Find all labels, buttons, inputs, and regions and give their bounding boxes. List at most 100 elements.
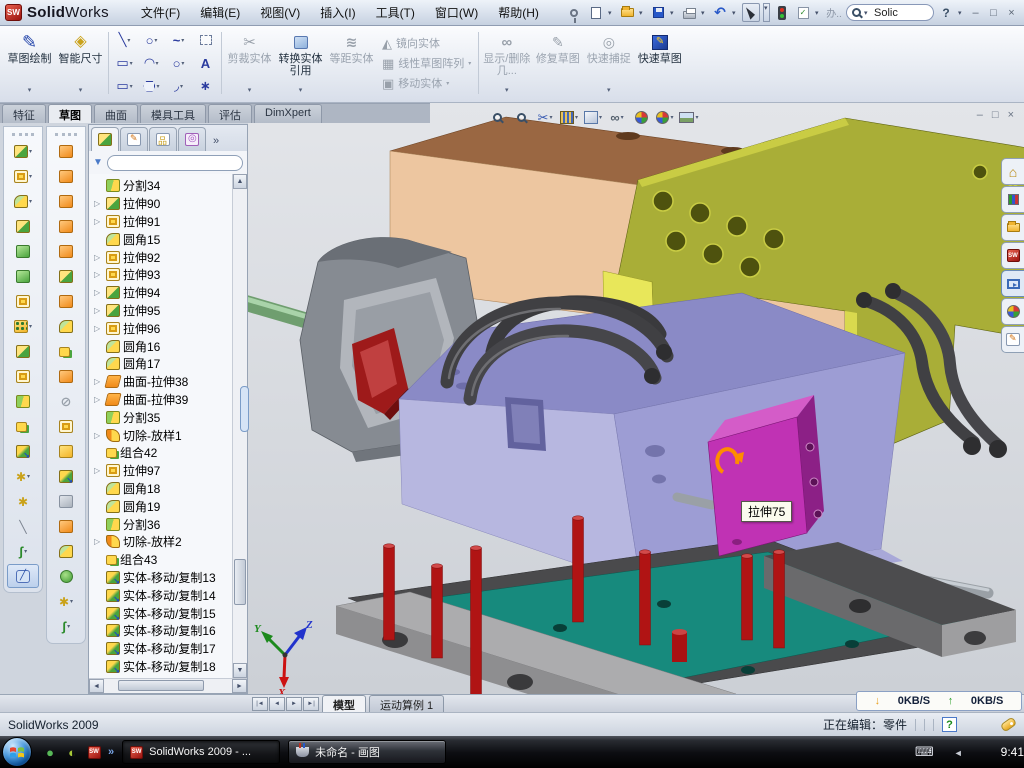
doc-close-button[interactable]: × bbox=[1008, 109, 1014, 121]
sketch-tool-rectangle[interactable]: ▭▾ bbox=[111, 52, 138, 75]
new-dropdown[interactable]: ▾ bbox=[608, 9, 615, 17]
taskbar-window-未命名 - 画图[interactable]: 未命名 - 画图 bbox=[288, 740, 446, 764]
tab-nav-button-3[interactable]: ►| bbox=[303, 697, 319, 711]
quicklaunch-ball[interactable]: ◐ bbox=[64, 744, 80, 760]
toolbar-button-star[interactable]: ✱▾ bbox=[47, 589, 85, 614]
toolbar-button-orange[interactable] bbox=[47, 514, 85, 539]
toolbar-button-orange[interactable] bbox=[47, 364, 85, 389]
tree-item-圆角18[interactable]: 圆角18 bbox=[89, 480, 247, 498]
view-tool-appearance[interactable] bbox=[630, 107, 652, 127]
taskpane-tab-appearance[interactable] bbox=[1001, 298, 1024, 325]
ribbon-button-智能尺寸[interactable]: ◈智能尺寸▾ bbox=[55, 28, 106, 98]
toolbar-button-measure[interactable] bbox=[7, 564, 39, 588]
dropdown-arrow-icon[interactable]: ▾ bbox=[154, 37, 157, 44]
sketch-tool-polygon[interactable]: ▾ bbox=[138, 75, 165, 98]
toolbar-button-split[interactable] bbox=[4, 389, 42, 414]
toolbar-button-snake[interactable]: ʃ▾ bbox=[47, 614, 85, 639]
tree-item-组合42[interactable]: 组合42 bbox=[89, 444, 247, 462]
sketch-tool-ellipse[interactable]: ○▾ bbox=[165, 52, 192, 75]
taskpane-tab-palette[interactable] bbox=[1001, 270, 1024, 297]
search-box[interactable]: ▾Solic bbox=[846, 4, 934, 21]
expander-icon[interactable]: ▷ bbox=[94, 288, 105, 297]
panel-tabs-overflow[interactable]: » bbox=[213, 135, 219, 151]
dropdown-arrow-icon[interactable]: ▾ bbox=[130, 60, 133, 67]
tree-item-实体-移动/复制14[interactable]: 实体-移动/复制14 bbox=[89, 586, 247, 604]
dropdown-arrow-icon[interactable]: ▾ bbox=[180, 83, 183, 90]
toolbar-button-frame[interactable] bbox=[47, 414, 85, 439]
sketch-tool-sketch-fillet[interactable]: ◞▾ bbox=[165, 75, 192, 98]
dropdown-arrow-icon[interactable]: ▾ bbox=[67, 623, 70, 630]
sketch-tool-select-box[interactable] bbox=[192, 29, 219, 52]
select-dropdown[interactable]: ▾ bbox=[763, 3, 770, 22]
tree-item-切除-放样2[interactable]: ▷切除-放样2 bbox=[89, 533, 247, 551]
toolbar-button-frame[interactable] bbox=[4, 289, 42, 314]
pin-icon[interactable] bbox=[566, 3, 584, 22]
menu-帮助(H)[interactable]: 帮助(H) bbox=[488, 0, 549, 25]
view-tool-glasses[interactable]: ∞▾ bbox=[606, 107, 628, 127]
scroll-thumb[interactable] bbox=[234, 559, 246, 605]
tree-item-实体-移动/复制16[interactable]: 实体-移动/复制16 bbox=[89, 622, 247, 640]
tree-item-拉伸91[interactable]: ▷拉伸91 bbox=[89, 213, 247, 231]
toolbar-button-movecopy[interactable] bbox=[4, 439, 42, 464]
undo-button[interactable]: ↶ bbox=[711, 3, 729, 22]
scroll-down-button[interactable]: ▼ bbox=[233, 663, 247, 678]
tree-item-组合43[interactable]: 组合43 bbox=[89, 551, 247, 569]
new-document-button[interactable] bbox=[587, 3, 605, 22]
sketch-tool-text[interactable]: A bbox=[192, 52, 219, 75]
dropdown-arrow-icon[interactable]: ▾ bbox=[695, 114, 698, 121]
expander-icon[interactable]: ▷ bbox=[94, 431, 105, 440]
dropdown-arrow-icon[interactable]: ▾ bbox=[29, 173, 32, 180]
dropdown-arrow-icon[interactable]: ▾ bbox=[549, 114, 552, 121]
tree-item-拉伸97[interactable]: ▷拉伸97 bbox=[89, 462, 247, 480]
dropdown-arrow-icon[interactable]: ▾ bbox=[621, 114, 624, 121]
dropdown-arrow-icon[interactable]: ▾ bbox=[130, 83, 133, 90]
panel-tab-featuremanager[interactable] bbox=[91, 127, 119, 151]
taskpane-tab-resources[interactable] bbox=[1001, 186, 1024, 213]
expander-icon[interactable]: ▷ bbox=[94, 466, 105, 475]
traffic-light-icon[interactable] bbox=[773, 3, 791, 22]
hscroll-thumb[interactable] bbox=[118, 680, 204, 691]
view-tool-scene[interactable]: ▾ bbox=[678, 107, 700, 127]
view-tool-appearance[interactable]: ▾ bbox=[654, 107, 676, 127]
toolbar-button-gray[interactable] bbox=[47, 489, 85, 514]
tab-DimXpert[interactable]: DimXpert bbox=[254, 104, 322, 123]
menu-视图(V)[interactable]: 视图(V) bbox=[250, 0, 310, 25]
dropdown-arrow-icon[interactable]: ▾ bbox=[599, 114, 602, 121]
expander-icon[interactable]: ▷ bbox=[94, 217, 105, 226]
expander-icon[interactable]: ▷ bbox=[94, 324, 105, 333]
taskbar-window-SolidWorks 2009 - ...[interactable]: SWSolidWorks 2009 - ... bbox=[122, 740, 280, 764]
tree-item-曲面-拉伸38[interactable]: ▷曲面-拉伸38 bbox=[89, 373, 247, 391]
ribbon-button-转换实体引用[interactable]: 转换实体引用▾ bbox=[275, 28, 326, 98]
toolbar-button-orange[interactable] bbox=[47, 189, 85, 214]
ribbon-button-快速草图[interactable]: 快速草图 bbox=[634, 28, 685, 98]
open-dropdown[interactable]: ▾ bbox=[639, 9, 646, 17]
expander-icon[interactable]: ▷ bbox=[94, 253, 105, 262]
scroll-up-button[interactable]: ▲ bbox=[233, 174, 247, 189]
tray-speaker[interactable]: ◄ bbox=[954, 745, 963, 759]
tree-item-分割34[interactable]: 分割34 bbox=[89, 177, 247, 195]
tab-评估[interactable]: 评估 bbox=[208, 104, 252, 123]
open-button[interactable] bbox=[618, 3, 636, 22]
toolbar-button-orange[interactable] bbox=[47, 289, 85, 314]
dropdown-arrow-icon[interactable]: ▾ bbox=[670, 114, 673, 121]
tree-item-分割36[interactable]: 分割36 bbox=[89, 515, 247, 533]
dropdown-arrow-icon[interactable]: ▾ bbox=[70, 598, 73, 605]
tree-item-拉伸93[interactable]: ▷拉伸93 bbox=[89, 266, 247, 284]
save-button[interactable] bbox=[649, 3, 667, 22]
ribbon-button-草图绘制[interactable]: ✎草图绘制▾ bbox=[4, 28, 55, 98]
tree-item-圆角16[interactable]: 圆角16 bbox=[89, 337, 247, 355]
tag-icon[interactable] bbox=[1000, 717, 1017, 733]
panel-tab-dimxpertmanager[interactable] bbox=[178, 127, 206, 151]
toolbar-button-star[interactable]: ✱▾ bbox=[4, 464, 42, 489]
tree-item-拉伸95[interactable]: ▷拉伸95 bbox=[89, 302, 247, 320]
sketch-tool-point[interactable]: ∗ bbox=[192, 75, 219, 98]
toolbar-button-fillet[interactable] bbox=[47, 539, 85, 564]
expander-icon[interactable]: ▷ bbox=[94, 306, 105, 315]
toolbar-button-dots[interactable]: ▾ bbox=[4, 314, 42, 339]
dropdown-arrow-icon[interactable]: ▾ bbox=[28, 85, 32, 97]
toolbar-button-noent[interactable]: ⊘ bbox=[47, 389, 85, 414]
taskpane-tab-home[interactable]: ⌂ bbox=[1001, 158, 1024, 185]
toolbar-button-axis[interactable]: ╲ bbox=[4, 514, 42, 539]
scroll-left-button[interactable]: ◄ bbox=[89, 679, 104, 693]
toolbar-button-orange[interactable] bbox=[47, 239, 85, 264]
